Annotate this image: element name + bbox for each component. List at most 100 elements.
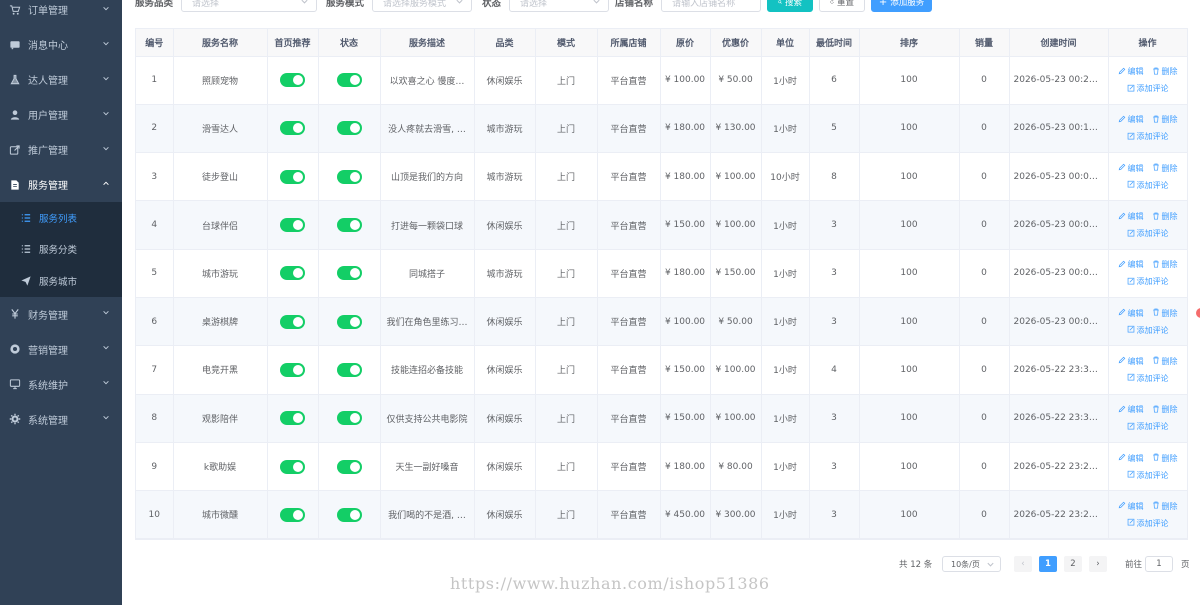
delete-button[interactable]: 删除 xyxy=(1152,404,1178,415)
status-toggle[interactable] xyxy=(336,121,362,136)
cell-store: 平台直营 xyxy=(597,249,661,298)
add-review-label: 添加评论 xyxy=(1136,325,1169,335)
status-toggle[interactable] xyxy=(336,314,362,329)
reset-button[interactable]: 重置 xyxy=(819,0,866,12)
sidebar-subitem-service-list[interactable]: 服务列表 xyxy=(0,202,122,234)
edit-button[interactable]: 编辑 xyxy=(1118,501,1144,512)
cell-description: 我们喝的不是酒, … xyxy=(380,490,475,540)
add-review-button[interactable]: 添加评论 xyxy=(1127,470,1169,481)
cell-store: 平台直营 xyxy=(597,56,661,105)
recommend-toggle[interactable] xyxy=(280,169,305,184)
status-toggle[interactable] xyxy=(336,411,362,426)
status-toggle[interactable] xyxy=(336,459,362,474)
delete-button[interactable]: 删除 xyxy=(1152,211,1178,222)
edit-button[interactable]: 编辑 xyxy=(1118,114,1144,125)
add-review-button[interactable]: 添加评论 xyxy=(1127,228,1169,239)
row-actions-top: 编辑 删除 xyxy=(1118,404,1178,415)
status-toggle[interactable] xyxy=(336,362,362,377)
recommend-toggle[interactable] xyxy=(280,73,305,88)
mode-select[interactable]: 请选择服务模式 xyxy=(372,0,473,12)
delete-button[interactable]: 删除 xyxy=(1152,308,1178,319)
status-toggle[interactable] xyxy=(336,169,362,184)
edit-button[interactable]: 编辑 xyxy=(1118,453,1144,464)
cell-price: ¥ 180.00 xyxy=(660,442,711,492)
edit-button[interactable]: 编辑 xyxy=(1118,163,1144,174)
add-service-button[interactable]: + 添加服务 xyxy=(871,0,933,12)
status-select[interactable]: 请选择 xyxy=(509,0,610,12)
cell-sort: 100 xyxy=(859,345,960,395)
sidebar-item-services[interactable]: 服务管理 xyxy=(0,167,122,202)
search-button[interactable]: 搜索 xyxy=(767,0,814,12)
chevron-down-icon xyxy=(102,144,110,155)
edit-button[interactable]: 编辑 xyxy=(1118,211,1144,222)
next-page-button[interactable]: › xyxy=(1089,556,1107,572)
row-actions-top: 编辑 删除 xyxy=(1118,259,1178,270)
sidebar-item-users[interactable]: 用户管理 xyxy=(0,97,122,132)
sidebar-item-promotion[interactable]: 推广管理 xyxy=(0,132,122,167)
delete-button[interactable]: 删除 xyxy=(1152,66,1178,77)
delete-button[interactable]: 删除 xyxy=(1152,453,1178,464)
sidebar-item-finance[interactable]: 财务管理 xyxy=(0,297,122,332)
status-toggle[interactable] xyxy=(336,507,362,522)
cell-id: 8 xyxy=(136,394,174,443)
status-toggle[interactable] xyxy=(336,266,362,281)
edit-button[interactable]: 编辑 xyxy=(1118,404,1144,415)
recommend-toggle[interactable] xyxy=(280,121,305,136)
recommend-toggle[interactable] xyxy=(280,507,305,522)
sidebar-item-messages[interactable]: 消息中心 xyxy=(0,27,122,62)
cell-description: 打进每一颗袋口球 xyxy=(380,200,475,250)
recommend-toggle[interactable] xyxy=(280,362,305,377)
goto-page-input[interactable]: 1 xyxy=(1145,556,1173,572)
edit-button[interactable]: 编辑 xyxy=(1118,356,1144,367)
sidebar-item-marketing[interactable]: 营销管理 xyxy=(0,332,122,367)
edit-square-icon xyxy=(1127,84,1135,94)
sidebar-subitem-service-category[interactable]: 服务分类 xyxy=(0,234,122,266)
add-review-button[interactable]: 添加评论 xyxy=(1127,131,1169,142)
add-review-button[interactable]: 添加评论 xyxy=(1127,180,1169,191)
delete-button[interactable]: 删除 xyxy=(1152,114,1178,125)
page-2-button[interactable]: 2 xyxy=(1064,556,1082,572)
recommend-toggle[interactable] xyxy=(280,459,305,474)
cell-discount-price: ¥ 100.00 xyxy=(710,345,762,395)
delete-button[interactable]: 删除 xyxy=(1152,356,1178,367)
add-review-button[interactable]: 添加评论 xyxy=(1127,373,1169,384)
cell-service-name: 台球伴侣 xyxy=(173,200,268,250)
add-review-button[interactable]: 添加评论 xyxy=(1127,276,1169,287)
sidebar-subitem-service-city[interactable]: 服务城市 xyxy=(0,265,122,297)
sidebar-item-maintenance[interactable]: 系统维护 xyxy=(0,367,122,402)
trash-icon xyxy=(1152,115,1160,125)
sidebar-item-system[interactable]: 系统管理 xyxy=(0,402,122,437)
store-name-input[interactable]: 请输入店铺名称 xyxy=(661,0,762,12)
cell-recommend xyxy=(267,490,319,540)
recommend-toggle[interactable] xyxy=(280,411,305,426)
category-select[interactable]: 请选择 xyxy=(181,0,318,12)
sidebar-item-orders[interactable]: 订单管理 xyxy=(0,0,122,27)
delete-button[interactable]: 删除 xyxy=(1152,501,1178,512)
delete-button[interactable]: 删除 xyxy=(1152,163,1178,174)
row-actions-top: 编辑 删除 xyxy=(1118,114,1178,125)
edit-button[interactable]: 编辑 xyxy=(1118,259,1144,270)
page-size-select[interactable]: 10条/页 xyxy=(942,556,1001,572)
add-review-button[interactable]: 添加评论 xyxy=(1127,83,1169,94)
recommend-toggle[interactable] xyxy=(280,266,305,281)
delete-label: 删除 xyxy=(1161,453,1178,463)
delete-button[interactable]: 删除 xyxy=(1152,259,1178,270)
cell-sales: 0 xyxy=(959,490,1010,540)
add-review-button[interactable]: 添加评论 xyxy=(1127,325,1169,336)
edit-button[interactable]: 编辑 xyxy=(1118,66,1144,77)
recommend-toggle[interactable] xyxy=(280,218,305,233)
prev-page-button[interactable]: ‹ xyxy=(1014,556,1032,572)
cell-mode: 上门 xyxy=(535,490,598,540)
add-review-button[interactable]: 添加评论 xyxy=(1127,421,1169,432)
recommend-toggle[interactable] xyxy=(280,314,305,329)
sidebar-item-talent[interactable]: 达人管理 xyxy=(0,62,122,97)
document-icon xyxy=(8,178,21,191)
status-select-placeholder: 请选择 xyxy=(520,0,548,9)
add-review-button[interactable]: 添加评论 xyxy=(1127,518,1169,529)
chevron-down-icon xyxy=(102,109,110,120)
edit-button[interactable]: 编辑 xyxy=(1118,308,1144,319)
status-toggle[interactable] xyxy=(336,73,362,88)
page-1-button[interactable]: 1 xyxy=(1039,556,1057,572)
cell-discount-price: ¥ 100.00 xyxy=(710,200,762,250)
status-toggle[interactable] xyxy=(336,218,362,233)
